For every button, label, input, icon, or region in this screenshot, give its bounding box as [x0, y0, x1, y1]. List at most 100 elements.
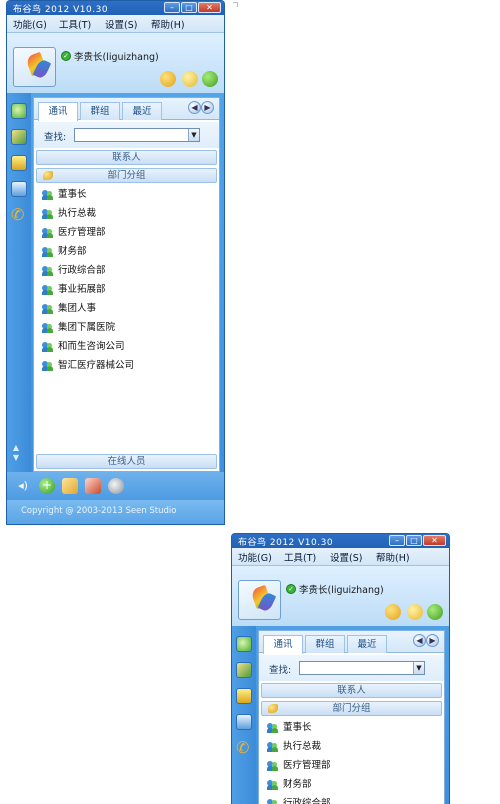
minimize-icon[interactable]: – [164, 2, 180, 13]
menu-tools[interactable]: 工具(T) [59, 17, 91, 31]
list-item[interactable]: 财务部 [34, 243, 219, 262]
search-icon[interactable] [182, 71, 198, 87]
volume-icon[interactable]: ◂) [15, 478, 31, 494]
list-item[interactable]: 智汇医疗器械公司 [34, 357, 219, 376]
menu-bar: 功能(G) 工具(T) 设置(S) 帮助(H) [232, 548, 449, 566]
skin-icon[interactable] [160, 71, 176, 87]
department-list: 董事长 执行总裁 医疗管理部 财务部 行政综合部 事业拓展部 集团人事 集团下属… [34, 186, 219, 376]
tab-groups[interactable]: 群组 [80, 102, 120, 120]
tab-prev-icon[interactable]: ◀ [188, 101, 201, 114]
contacts-icon[interactable] [11, 103, 27, 119]
tab-next-icon[interactable]: ▶ [201, 101, 214, 114]
avatar[interactable] [238, 580, 281, 620]
list-item[interactable]: 董事长 [34, 186, 219, 205]
list-item-label: 集团下属医院 [58, 322, 116, 333]
search-row: 查找: ▼ [34, 122, 219, 148]
window-title: 布谷鸟 2012 V10.30 [13, 5, 109, 15]
info-icon[interactable] [11, 181, 27, 197]
window-title: 布谷鸟 2012 V10.30 [238, 538, 334, 548]
chevron-down-icon[interactable]: ▼ [413, 662, 424, 674]
search-label: 查找: [269, 665, 292, 676]
title-bar[interactable]: 布谷鸟 2012 V10.30 – □ ✕ [232, 534, 449, 548]
folder-icon[interactable] [62, 478, 78, 494]
online-status-icon[interactable]: ✓ [61, 51, 71, 61]
chevron-down-icon[interactable]: ▼ [188, 129, 199, 141]
contacts-icon[interactable] [236, 636, 252, 652]
user-name: 李贵长(liguizhang) [74, 52, 159, 63]
sidebar-scroll[interactable]: ▲ ▼ [11, 443, 21, 473]
online-users-header[interactable]: 在线人员 [36, 454, 217, 469]
menu-function[interactable]: 功能(G) [13, 17, 47, 31]
list-item-label: 行政综合部 [283, 798, 331, 804]
info-icon[interactable] [236, 714, 252, 730]
add-icon[interactable]: + [39, 478, 55, 494]
close-icon[interactable]: ✕ [198, 2, 221, 13]
group-icon [42, 190, 53, 201]
message-icon[interactable] [236, 688, 252, 704]
department-list: 董事长 执行总裁 医疗管理部 财务部 行政综合部 [259, 719, 444, 804]
avatar[interactable] [13, 47, 56, 87]
list-item-label: 财务部 [58, 246, 87, 257]
list-item-label: 集团人事 [58, 303, 97, 314]
tab-prev-icon[interactable]: ◀ [413, 634, 426, 647]
list-item[interactable]: 财务部 [259, 776, 444, 795]
group-icon [267, 761, 278, 772]
scroll-down-icon[interactable]: ▼ [11, 453, 21, 463]
search-icon[interactable] [407, 604, 423, 620]
menu-help[interactable]: 帮助(H) [376, 550, 410, 564]
photo-icon[interactable] [236, 662, 252, 678]
list-item[interactable]: 和而生咨询公司 [34, 338, 219, 357]
list-item[interactable]: 事业拓展部 [34, 281, 219, 300]
phone-icon[interactable]: ✆ [236, 740, 252, 756]
menu-help[interactable]: 帮助(H) [151, 17, 185, 31]
list-item[interactable]: 执行总裁 [34, 205, 219, 224]
menu-tools[interactable]: 工具(T) [284, 550, 316, 564]
list-item[interactable]: 医疗管理部 [34, 224, 219, 243]
sidebar: ✆ ▲ ▼ [7, 93, 31, 524]
maximize-icon[interactable]: □ [181, 2, 197, 13]
group-icon [42, 209, 53, 220]
contacts-header[interactable]: 联系人 [261, 683, 442, 698]
tab-contacts[interactable]: 通讯 [38, 102, 78, 121]
list-item-label: 智汇医疗器械公司 [58, 360, 135, 371]
list-item[interactable]: 董事长 [259, 719, 444, 738]
message-icon[interactable] [11, 155, 27, 171]
minimize-icon[interactable]: – [389, 535, 405, 546]
menu-settings[interactable]: 设置(S) [330, 550, 362, 564]
search-input[interactable] [74, 128, 200, 142]
search-input[interactable] [299, 661, 425, 675]
menu-settings[interactable]: 设置(S) [105, 17, 137, 31]
qq-icon[interactable] [202, 71, 218, 87]
close-icon[interactable]: ✕ [423, 535, 446, 546]
title-bar[interactable]: 布谷鸟 2012 V10.30 – □ ✕ [7, 1, 224, 15]
list-item[interactable]: 行政综合部 [259, 795, 444, 804]
list-item[interactable]: 行政综合部 [34, 262, 219, 281]
menu-function[interactable]: 功能(G) [238, 550, 272, 564]
tab-groups[interactable]: 群组 [305, 635, 345, 653]
mail-icon[interactable] [85, 478, 101, 494]
departments-header[interactable]: 部门分组 [36, 168, 217, 183]
group-icon [42, 361, 53, 372]
maximize-icon[interactable]: □ [406, 535, 422, 546]
tab-recent[interactable]: 最近 [122, 102, 162, 120]
photo-icon[interactable] [11, 129, 27, 145]
list-item[interactable]: 集团下属医院 [34, 319, 219, 338]
settings-icon[interactable] [108, 478, 124, 494]
list-item[interactable]: 集团人事 [34, 300, 219, 319]
group-icon [42, 266, 53, 277]
departments-header[interactable]: 部门分组 [261, 701, 442, 716]
list-item[interactable]: 执行总裁 [259, 738, 444, 757]
departments-header-label: 部门分组 [107, 170, 146, 181]
online-status-icon[interactable]: ✓ [286, 584, 296, 594]
qq-icon[interactable] [427, 604, 443, 620]
tab-recent[interactable]: 最近 [347, 635, 387, 653]
tab-contacts[interactable]: 通讯 [263, 635, 303, 654]
scroll-up-icon[interactable]: ▲ [11, 443, 21, 453]
tab-strip: 通讯 群组 最近 ◀ ▶ [34, 98, 219, 121]
skin-icon[interactable] [385, 604, 401, 620]
phone-icon[interactable]: ✆ [11, 207, 27, 223]
tab-next-icon[interactable]: ▶ [426, 634, 439, 647]
contact-panel: 通讯 群组 最近 ◀ ▶ 查找: ▼ 联系人 部门分组 董事长 执行总裁 医疗管理… [258, 630, 445, 804]
list-item[interactable]: 医疗管理部 [259, 757, 444, 776]
contacts-header[interactable]: 联系人 [36, 150, 217, 165]
